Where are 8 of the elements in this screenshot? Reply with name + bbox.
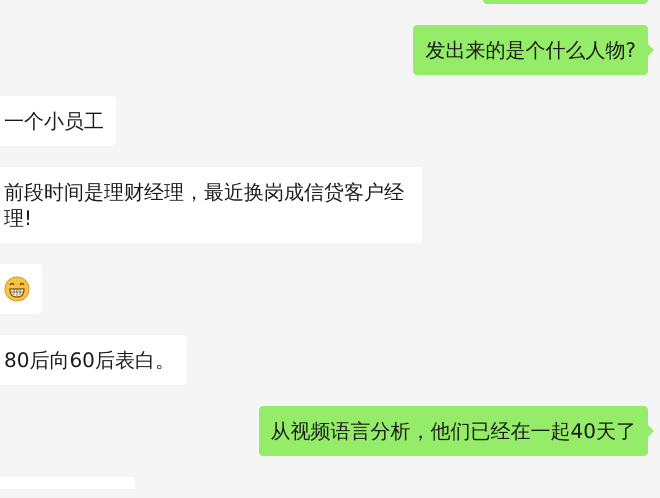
bubble-tail — [648, 44, 654, 56]
message-bubble: 从视频语言分析，他们已经在一起40天了 — [258, 406, 648, 456]
message-bubble: 前段时间是理财经理，最近换岗成信贷客户经理! — [0, 167, 422, 243]
grinning-emoji-icon — [4, 276, 30, 302]
message-bubble: 一个小员工 — [0, 96, 116, 146]
message-bubble: 80后向60后表白。 — [0, 335, 187, 385]
bubble-tail — [648, 425, 654, 437]
message-bubble: 发出来的是个什么人物? — [413, 25, 648, 75]
